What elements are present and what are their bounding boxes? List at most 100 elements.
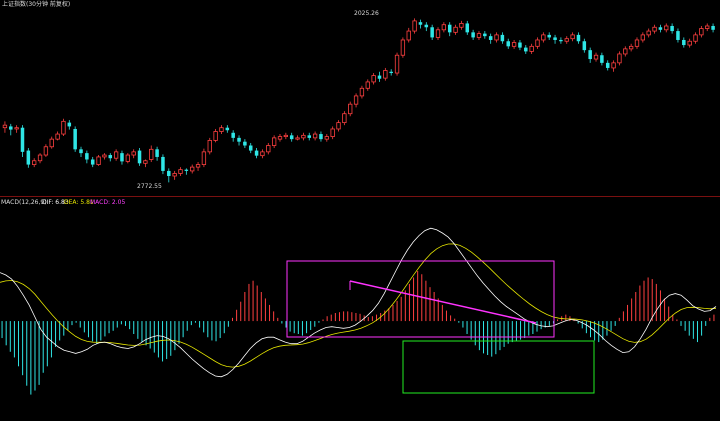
candle-body xyxy=(600,55,604,63)
candlestick-series xyxy=(2,18,715,183)
candle-body xyxy=(483,33,487,37)
candle-body xyxy=(301,134,306,139)
candle-body xyxy=(476,33,482,38)
candle-body xyxy=(161,156,165,171)
candle-body xyxy=(371,75,376,83)
candle-body xyxy=(9,126,13,130)
candle-body xyxy=(26,150,31,165)
candle-body xyxy=(348,103,353,115)
candle-body xyxy=(289,135,294,140)
candle-body xyxy=(190,166,195,172)
candle-body xyxy=(178,169,183,174)
candle-body xyxy=(524,47,528,52)
candle-body xyxy=(494,34,499,41)
candle-body xyxy=(283,134,289,137)
candle-body xyxy=(14,127,19,130)
candle-body xyxy=(266,145,271,153)
candle-body xyxy=(167,170,171,177)
candle-body xyxy=(547,34,551,38)
candle-body xyxy=(529,45,534,52)
candle-body xyxy=(400,39,406,56)
macd-name: MACD(12,26,9) xyxy=(1,199,47,206)
candle-body xyxy=(593,54,599,60)
candle-body xyxy=(418,22,423,25)
candle-body xyxy=(652,26,657,32)
candle-body xyxy=(61,120,66,135)
candle-body xyxy=(570,34,575,40)
candle-body xyxy=(687,40,692,46)
candle-body xyxy=(237,137,241,142)
chart-title: 上证指数(30分钟 前复权) xyxy=(2,0,70,8)
stock-chart: 上证指数(30分钟 前复权) 2772.55 2025.26 MACD(12,2… xyxy=(0,0,720,395)
candle-body xyxy=(711,25,715,30)
candle-body xyxy=(518,42,522,48)
candle-body xyxy=(213,131,218,141)
candle-body xyxy=(447,24,452,33)
candle-body xyxy=(195,164,201,168)
candle-body xyxy=(90,159,95,165)
candle-body xyxy=(295,137,300,140)
candle-body xyxy=(125,154,130,162)
candle-body xyxy=(49,138,54,148)
candle-body xyxy=(488,36,493,40)
candle-body xyxy=(67,122,72,127)
candle-body xyxy=(435,29,441,38)
candle-body xyxy=(611,62,616,69)
candle-body xyxy=(260,151,265,157)
candle-body xyxy=(37,154,43,162)
candle-body xyxy=(330,128,335,138)
candle-body xyxy=(312,133,318,139)
candle-body xyxy=(102,154,107,158)
candle-body xyxy=(441,24,447,31)
candle-body xyxy=(628,45,634,50)
candle-body xyxy=(324,136,329,140)
dif-line xyxy=(0,227,717,378)
candle-body xyxy=(582,41,587,51)
candle-body xyxy=(564,38,569,42)
candle-body xyxy=(394,54,400,74)
candle-body xyxy=(646,30,651,36)
price-annotations: 2772.55 2025.26 xyxy=(137,10,379,190)
candle-body xyxy=(342,113,347,124)
candle-body xyxy=(553,37,557,40)
candle-body xyxy=(248,145,253,151)
candle-body xyxy=(535,39,540,47)
candle-body xyxy=(658,27,663,30)
candle-body xyxy=(254,150,259,156)
candle-body xyxy=(243,141,247,146)
candle-body xyxy=(705,25,710,29)
low-price-label: 2772.55 xyxy=(137,183,162,190)
candle-body xyxy=(377,75,382,79)
candle-body xyxy=(55,133,60,140)
candle-body xyxy=(143,160,148,164)
candle-body xyxy=(231,132,235,138)
candle-body xyxy=(201,151,207,165)
candle-body xyxy=(131,151,136,156)
candle-body xyxy=(85,153,89,160)
candle-body xyxy=(365,81,370,89)
candle-body xyxy=(459,23,464,28)
candle-body xyxy=(676,31,680,40)
candle-body xyxy=(383,70,388,79)
candle-body xyxy=(453,26,458,33)
candle-body xyxy=(634,39,640,47)
candle-body xyxy=(73,128,77,150)
candle-body xyxy=(137,150,142,164)
candle-body xyxy=(32,160,37,165)
candle-body xyxy=(412,20,417,32)
candle-body xyxy=(319,134,323,140)
candle-body xyxy=(79,149,83,154)
candle-body xyxy=(155,149,159,157)
candle-body xyxy=(20,127,25,152)
macd-legend: MACD(12,26,9) DIF: 6.83 DEA: 5.81 MACD: … xyxy=(1,199,125,206)
candle-body xyxy=(120,153,124,162)
candle-body xyxy=(353,95,359,105)
candle-body xyxy=(406,30,411,41)
macd-value: MACD: 2.05 xyxy=(90,199,125,206)
candle-body xyxy=(588,50,592,60)
dea-line xyxy=(0,243,717,368)
candle-body xyxy=(184,169,189,171)
candle-body xyxy=(506,41,510,47)
candle-body xyxy=(96,156,101,165)
macd-histogram xyxy=(1,271,715,395)
